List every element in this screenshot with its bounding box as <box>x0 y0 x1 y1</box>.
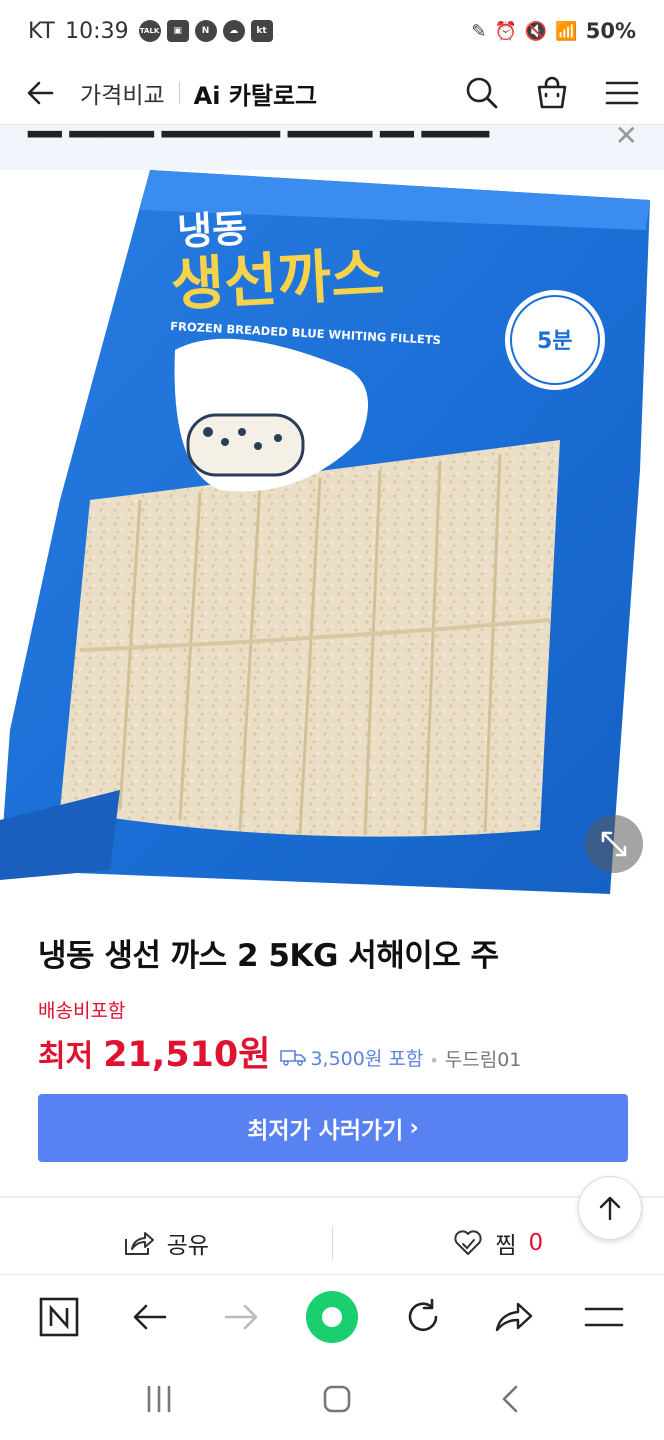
share-icon <box>124 1232 154 1255</box>
package-badge: 5분 <box>537 329 573 354</box>
status-bar: KT 10:39 TALK ▣ N ☁ kt ✎ ⏰ 🔇 📶 50% <box>0 0 664 62</box>
share-arrow-icon <box>495 1302 532 1331</box>
seller-name[interactable]: 두드림01 <box>445 1045 522 1072</box>
scroll-to-top-button[interactable] <box>578 1176 642 1240</box>
green-dot-button[interactable] <box>305 1290 358 1343</box>
ai-info-banner[interactable]: ▂▂ ▂▂▂▂▂ ▂▂▂▂▂▂▂ ▂▂▂▂▂ ▂▂ ▂▂▂▂ ✕ <box>0 124 664 170</box>
system-nav-bar <box>0 1358 664 1440</box>
naver-icon: N <box>194 20 217 42</box>
arrow-up-icon <box>599 1196 621 1221</box>
mute-icon: 🔇 <box>524 20 548 42</box>
carrier-label: KT <box>28 18 56 44</box>
refresh-button[interactable] <box>397 1291 449 1343</box>
notification-icons: TALK ▣ N ☁ kt <box>138 20 273 42</box>
naver-n-icon <box>40 1297 79 1336</box>
chevron-right-icon: › <box>409 1115 419 1141</box>
share-button[interactable]: 공유 <box>0 1226 332 1260</box>
shipping-included-label: 배송비포함 <box>38 1000 126 1022</box>
product-image[interactable]: 냉동 생선까스 FROZEN BREADED BLUE WHITING FILL… <box>0 170 664 894</box>
close-icon[interactable]: ✕ <box>615 125 638 152</box>
cloud-icon: ☁ <box>222 20 245 42</box>
back-arrow-icon[interactable] <box>24 77 56 109</box>
buy-lowest-price-button[interactable]: 최저가 사러가기 › <box>38 1094 628 1162</box>
product-package-illustration: 냉동 생선까스 FROZEN BREADED BLUE WHITING FILL… <box>0 170 650 894</box>
browser-back-button[interactable] <box>124 1291 176 1343</box>
kt-icon: kt <box>250 20 273 42</box>
section-divider <box>0 1196 664 1198</box>
browser-menu-button[interactable] <box>578 1291 630 1343</box>
alarm-icon: ⏰ <box>494 20 517 42</box>
buy-button-label: 최저가 사러가기 <box>247 1118 404 1144</box>
browser-forward-button[interactable] <box>215 1291 267 1343</box>
separator-dot: • <box>429 1051 439 1070</box>
wifi-icon: 📶 <box>555 20 578 42</box>
action-row: 공유 찜 0 <box>0 1212 664 1274</box>
banner-text: ▂▂ ▂▂▂▂▂ ▂▂▂▂▂▂▂ ▂▂▂▂▂ ▂▂ ▂▂▂▂ <box>28 124 490 138</box>
shipping-fee: 3,500원 포함 <box>280 1044 423 1071</box>
browser-toolbar <box>0 1274 664 1358</box>
naver-home-button[interactable] <box>33 1291 85 1343</box>
kakaotalk-icon: TALK <box>138 20 161 42</box>
price-row: 최저 21,510원 3,500원 포함 • 두드림01 <box>38 1026 521 1077</box>
expand-icon <box>601 831 627 857</box>
page-title: Ai 카탈로그 <box>193 81 318 110</box>
shipping-fee-text: 3,500원 포함 <box>310 1047 424 1070</box>
product-title: 냉동 생선 까스 2 5KG 서해이오 주 <box>38 938 499 974</box>
menu-icon[interactable] <box>604 75 640 111</box>
like-label: 찜 <box>495 1233 517 1259</box>
clock: 10:39 <box>65 18 129 44</box>
share-page-button[interactable] <box>488 1291 540 1343</box>
price-compare-link[interactable]: 가격비교 <box>80 76 165 110</box>
lowest-price: 21,510원 <box>103 1035 271 1075</box>
gallery-icon: ▣ <box>166 20 189 42</box>
refresh-icon <box>408 1298 438 1331</box>
lowest-price-label: 최저 <box>38 1039 94 1074</box>
pen-icon: ✎ <box>471 20 487 42</box>
package-text-line2: 생선까스 <box>169 240 386 319</box>
like-count: 0 <box>528 1230 544 1256</box>
search-icon[interactable] <box>464 75 500 111</box>
heart-icon <box>454 1230 482 1255</box>
green-dot-icon <box>321 1306 342 1327</box>
share-label: 공유 <box>166 1233 209 1259</box>
header-divider <box>178 82 180 104</box>
app-header: 가격비교 Ai 카탈로그 <box>0 62 664 124</box>
system-back-icon[interactable] <box>500 1384 520 1414</box>
expand-image-button[interactable] <box>585 815 643 873</box>
shopping-bag-icon[interactable] <box>534 75 570 111</box>
recent-apps-icon[interactable] <box>144 1385 174 1413</box>
home-icon[interactable] <box>322 1384 352 1414</box>
back-icon <box>133 1304 167 1329</box>
hamburger-icon <box>585 1307 624 1326</box>
battery-level: 50% <box>585 19 636 43</box>
forward-icon <box>224 1304 258 1329</box>
truck-icon <box>280 1050 307 1066</box>
